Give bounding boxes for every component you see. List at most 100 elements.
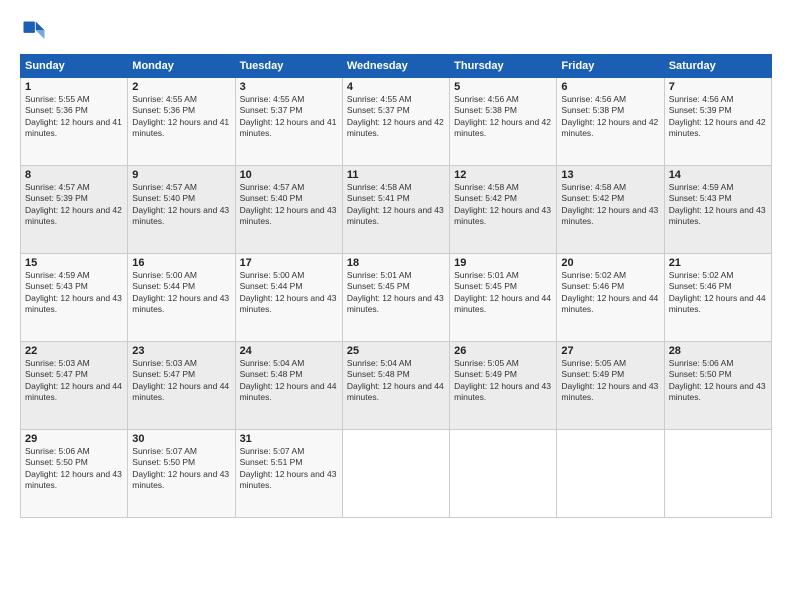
day-info: Sunrise: 4:55 AMSunset: 5:37 PMDaylight:… <box>240 94 337 138</box>
day-cell: 22 Sunrise: 5:03 AMSunset: 5:47 PMDaylig… <box>21 342 128 430</box>
week-row-1: 1 Sunrise: 5:55 AMSunset: 5:36 PMDayligh… <box>21 78 772 166</box>
day-info: Sunrise: 5:04 AMSunset: 5:48 PMDaylight:… <box>347 358 444 402</box>
day-info: Sunrise: 5:05 AMSunset: 5:49 PMDaylight:… <box>561 358 658 402</box>
day-cell <box>664 430 771 518</box>
calendar-table: SundayMondayTuesdayWednesdayThursdayFrid… <box>20 54 772 518</box>
day-cell: 2 Sunrise: 4:55 AMSunset: 5:36 PMDayligh… <box>128 78 235 166</box>
day-cell: 26 Sunrise: 5:05 AMSunset: 5:49 PMDaylig… <box>450 342 557 430</box>
day-cell: 11 Sunrise: 4:58 AMSunset: 5:41 PMDaylig… <box>342 166 449 254</box>
day-number: 30 <box>132 433 230 445</box>
day-cell: 18 Sunrise: 5:01 AMSunset: 5:45 PMDaylig… <box>342 254 449 342</box>
day-header-tuesday: Tuesday <box>235 55 342 78</box>
day-cell: 16 Sunrise: 5:00 AMSunset: 5:44 PMDaylig… <box>128 254 235 342</box>
day-cell: 13 Sunrise: 4:58 AMSunset: 5:42 PMDaylig… <box>557 166 664 254</box>
day-number: 12 <box>454 169 552 181</box>
day-info: Sunrise: 4:57 AMSunset: 5:40 PMDaylight:… <box>240 182 337 226</box>
day-info: Sunrise: 4:56 AMSunset: 5:39 PMDaylight:… <box>669 94 766 138</box>
day-info: Sunrise: 5:07 AMSunset: 5:50 PMDaylight:… <box>132 446 229 490</box>
day-number: 4 <box>347 81 445 93</box>
week-row-5: 29 Sunrise: 5:06 AMSunset: 5:50 PMDaylig… <box>21 430 772 518</box>
day-cell: 12 Sunrise: 4:58 AMSunset: 5:42 PMDaylig… <box>450 166 557 254</box>
day-header-thursday: Thursday <box>450 55 557 78</box>
day-number: 27 <box>561 345 659 357</box>
day-cell: 23 Sunrise: 5:03 AMSunset: 5:47 PMDaylig… <box>128 342 235 430</box>
day-info: Sunrise: 4:59 AMSunset: 5:43 PMDaylight:… <box>25 270 122 314</box>
day-number: 18 <box>347 257 445 269</box>
logo-icon <box>20 18 48 46</box>
day-number: 9 <box>132 169 230 181</box>
day-number: 8 <box>25 169 123 181</box>
day-header-wednesday: Wednesday <box>342 55 449 78</box>
day-number: 28 <box>669 345 767 357</box>
day-number: 20 <box>561 257 659 269</box>
day-cell: 5 Sunrise: 4:56 AMSunset: 5:38 PMDayligh… <box>450 78 557 166</box>
day-number: 23 <box>132 345 230 357</box>
day-info: Sunrise: 4:58 AMSunset: 5:42 PMDaylight:… <box>561 182 658 226</box>
day-cell <box>450 430 557 518</box>
day-cell: 30 Sunrise: 5:07 AMSunset: 5:50 PMDaylig… <box>128 430 235 518</box>
day-number: 2 <box>132 81 230 93</box>
day-cell: 14 Sunrise: 4:59 AMSunset: 5:43 PMDaylig… <box>664 166 771 254</box>
day-number: 1 <box>25 81 123 93</box>
header <box>20 18 772 46</box>
day-info: Sunrise: 5:01 AMSunset: 5:45 PMDaylight:… <box>454 270 551 314</box>
day-number: 31 <box>240 433 338 445</box>
day-cell: 31 Sunrise: 5:07 AMSunset: 5:51 PMDaylig… <box>235 430 342 518</box>
day-number: 29 <box>25 433 123 445</box>
day-cell: 6 Sunrise: 4:56 AMSunset: 5:38 PMDayligh… <box>557 78 664 166</box>
day-info: Sunrise: 5:02 AMSunset: 5:46 PMDaylight:… <box>561 270 658 314</box>
day-number: 16 <box>132 257 230 269</box>
day-info: Sunrise: 4:57 AMSunset: 5:40 PMDaylight:… <box>132 182 229 226</box>
day-info: Sunrise: 4:55 AMSunset: 5:36 PMDaylight:… <box>132 94 229 138</box>
day-cell: 17 Sunrise: 5:00 AMSunset: 5:44 PMDaylig… <box>235 254 342 342</box>
day-info: Sunrise: 5:00 AMSunset: 5:44 PMDaylight:… <box>132 270 229 314</box>
day-info: Sunrise: 5:07 AMSunset: 5:51 PMDaylight:… <box>240 446 337 490</box>
week-row-3: 15 Sunrise: 4:59 AMSunset: 5:43 PMDaylig… <box>21 254 772 342</box>
day-cell: 19 Sunrise: 5:01 AMSunset: 5:45 PMDaylig… <box>450 254 557 342</box>
day-header-sunday: Sunday <box>21 55 128 78</box>
day-number: 22 <box>25 345 123 357</box>
day-number: 7 <box>669 81 767 93</box>
day-info: Sunrise: 5:05 AMSunset: 5:49 PMDaylight:… <box>454 358 551 402</box>
day-info: Sunrise: 4:57 AMSunset: 5:39 PMDaylight:… <box>25 182 122 226</box>
day-info: Sunrise: 5:06 AMSunset: 5:50 PMDaylight:… <box>25 446 122 490</box>
day-cell: 21 Sunrise: 5:02 AMSunset: 5:46 PMDaylig… <box>664 254 771 342</box>
day-info: Sunrise: 5:02 AMSunset: 5:46 PMDaylight:… <box>669 270 766 314</box>
day-number: 19 <box>454 257 552 269</box>
day-info: Sunrise: 5:03 AMSunset: 5:47 PMDaylight:… <box>25 358 122 402</box>
day-cell: 20 Sunrise: 5:02 AMSunset: 5:46 PMDaylig… <box>557 254 664 342</box>
day-info: Sunrise: 5:04 AMSunset: 5:48 PMDaylight:… <box>240 358 337 402</box>
day-cell <box>557 430 664 518</box>
day-number: 26 <box>454 345 552 357</box>
week-row-4: 22 Sunrise: 5:03 AMSunset: 5:47 PMDaylig… <box>21 342 772 430</box>
day-number: 10 <box>240 169 338 181</box>
day-cell: 8 Sunrise: 4:57 AMSunset: 5:39 PMDayligh… <box>21 166 128 254</box>
day-header-friday: Friday <box>557 55 664 78</box>
day-cell: 10 Sunrise: 4:57 AMSunset: 5:40 PMDaylig… <box>235 166 342 254</box>
day-number: 15 <box>25 257 123 269</box>
day-number: 21 <box>669 257 767 269</box>
day-cell: 29 Sunrise: 5:06 AMSunset: 5:50 PMDaylig… <box>21 430 128 518</box>
week-row-2: 8 Sunrise: 4:57 AMSunset: 5:39 PMDayligh… <box>21 166 772 254</box>
day-info: Sunrise: 4:56 AMSunset: 5:38 PMDaylight:… <box>561 94 658 138</box>
day-number: 13 <box>561 169 659 181</box>
day-info: Sunrise: 4:58 AMSunset: 5:41 PMDaylight:… <box>347 182 444 226</box>
day-cell: 3 Sunrise: 4:55 AMSunset: 5:37 PMDayligh… <box>235 78 342 166</box>
day-cell: 27 Sunrise: 5:05 AMSunset: 5:49 PMDaylig… <box>557 342 664 430</box>
day-cell: 7 Sunrise: 4:56 AMSunset: 5:39 PMDayligh… <box>664 78 771 166</box>
day-info: Sunrise: 5:00 AMSunset: 5:44 PMDaylight:… <box>240 270 337 314</box>
day-info: Sunrise: 4:58 AMSunset: 5:42 PMDaylight:… <box>454 182 551 226</box>
day-cell: 24 Sunrise: 5:04 AMSunset: 5:48 PMDaylig… <box>235 342 342 430</box>
day-header-saturday: Saturday <box>664 55 771 78</box>
day-info: Sunrise: 5:55 AMSunset: 5:36 PMDaylight:… <box>25 94 122 138</box>
page: SundayMondayTuesdayWednesdayThursdayFrid… <box>0 0 792 612</box>
day-header-monday: Monday <box>128 55 235 78</box>
day-number: 25 <box>347 345 445 357</box>
day-info: Sunrise: 4:55 AMSunset: 5:37 PMDaylight:… <box>347 94 444 138</box>
day-number: 6 <box>561 81 659 93</box>
day-number: 3 <box>240 81 338 93</box>
day-info: Sunrise: 5:06 AMSunset: 5:50 PMDaylight:… <box>669 358 766 402</box>
day-cell: 28 Sunrise: 5:06 AMSunset: 5:50 PMDaylig… <box>664 342 771 430</box>
day-number: 17 <box>240 257 338 269</box>
day-cell: 4 Sunrise: 4:55 AMSunset: 5:37 PMDayligh… <box>342 78 449 166</box>
